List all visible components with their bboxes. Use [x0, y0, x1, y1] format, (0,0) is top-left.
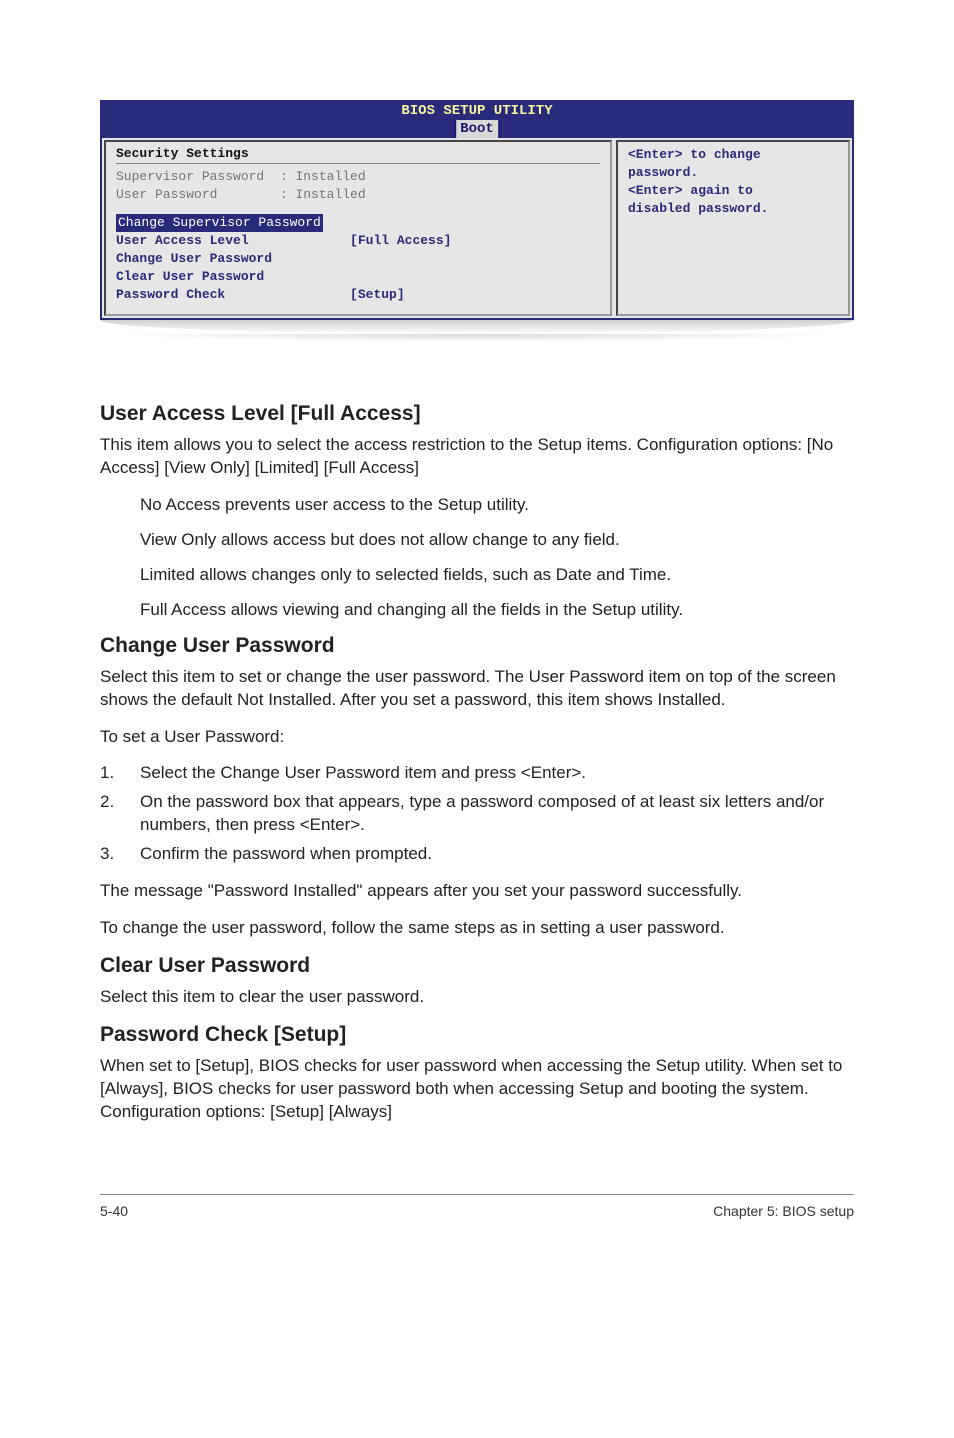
bios-screenshot: BIOS SETUP UTILITY Boot Security Setting… [100, 100, 854, 342]
list-item: 3.Confirm the password when prompted. [100, 843, 854, 866]
text-ual-desc: This item allows you to select the acces… [100, 434, 854, 480]
bios-tab-boot: Boot [456, 120, 498, 138]
bios-access-level-val: [Full Access] [350, 233, 451, 248]
heading-password-check: Password Check [Setup] [100, 1023, 854, 1047]
text-clr-desc: Select this item to clear the user passw… [100, 986, 854, 1009]
list-num-3: 3. [100, 843, 140, 866]
page-footer: 5-40 Chapter 5: BIOS setup [100, 1194, 854, 1219]
text-cup-installed: The message "Password Installed" appears… [100, 880, 854, 903]
list-item: 1.Select the Change User Password item a… [100, 762, 854, 785]
footer-chapter: Chapter 5: BIOS setup [713, 1203, 854, 1219]
text-ual-fullaccess: Full Access allows viewing and changing … [140, 599, 854, 622]
bios-access-level-label: User Access Level [116, 233, 249, 248]
bios-left-pane: Security Settings Supervisor Password : … [104, 140, 612, 316]
bios-title: BIOS SETUP UTILITY [102, 102, 852, 120]
heading-clear-user-password: Clear User Password [100, 954, 854, 978]
heading-user-access-level: User Access Level [Full Access] [100, 402, 854, 426]
text-cup-desc: Select this item to set or change the us… [100, 666, 854, 712]
list-text-3: Confirm the password when prompted. [140, 843, 432, 866]
text-cup-toset: To set a User Password: [100, 726, 854, 749]
list-item: 2.On the password box that appears, type… [100, 791, 854, 837]
list-text-1: Select the Change User Password item and… [140, 762, 586, 785]
text-ual-viewonly: View Only allows access but does not all… [140, 529, 854, 552]
text-cup-change: To change the user password, follow the … [100, 917, 854, 940]
footer-page-number: 5-40 [100, 1203, 128, 1219]
heading-change-user-password: Change User Password [100, 634, 854, 658]
list-text-2: On the password box that appears, type a… [140, 791, 854, 837]
bios-clear-user: Clear User Password [116, 268, 600, 286]
list-num-1: 1. [100, 762, 140, 785]
text-ual-limited: Limited allows changes only to selected … [140, 564, 854, 587]
list-cup-steps: 1.Select the Change User Password item a… [100, 762, 854, 866]
bios-help-l2: password. [628, 164, 838, 182]
bios-userpw-label: User Password [116, 187, 217, 202]
bios-help-l4: disabled password. [628, 200, 838, 218]
list-num-2: 2. [100, 791, 140, 837]
bios-pwcheck-label: Password Check [116, 287, 225, 302]
text-pwc-desc: When set to [Setup], BIOS checks for use… [100, 1055, 854, 1124]
bios-help-pane: <Enter> to change password. <Enter> agai… [616, 140, 850, 316]
bios-pwcheck-val: [Setup] [350, 287, 405, 302]
bios-userpw-val: : Installed [280, 187, 366, 202]
bios-supervisor-label: Supervisor Password [116, 169, 264, 184]
bios-help-l1: <Enter> to change [628, 146, 838, 164]
bios-help-l3: <Enter> again to [628, 182, 838, 200]
bios-change-user: Change User Password [116, 250, 600, 268]
bios-supervisor-val: : Installed [280, 169, 366, 184]
bios-change-supervisor: Change Supervisor Password [116, 214, 323, 232]
bios-section-header: Security Settings [116, 146, 600, 164]
text-ual-noaccess: No Access prevents user access to the Se… [140, 494, 854, 517]
